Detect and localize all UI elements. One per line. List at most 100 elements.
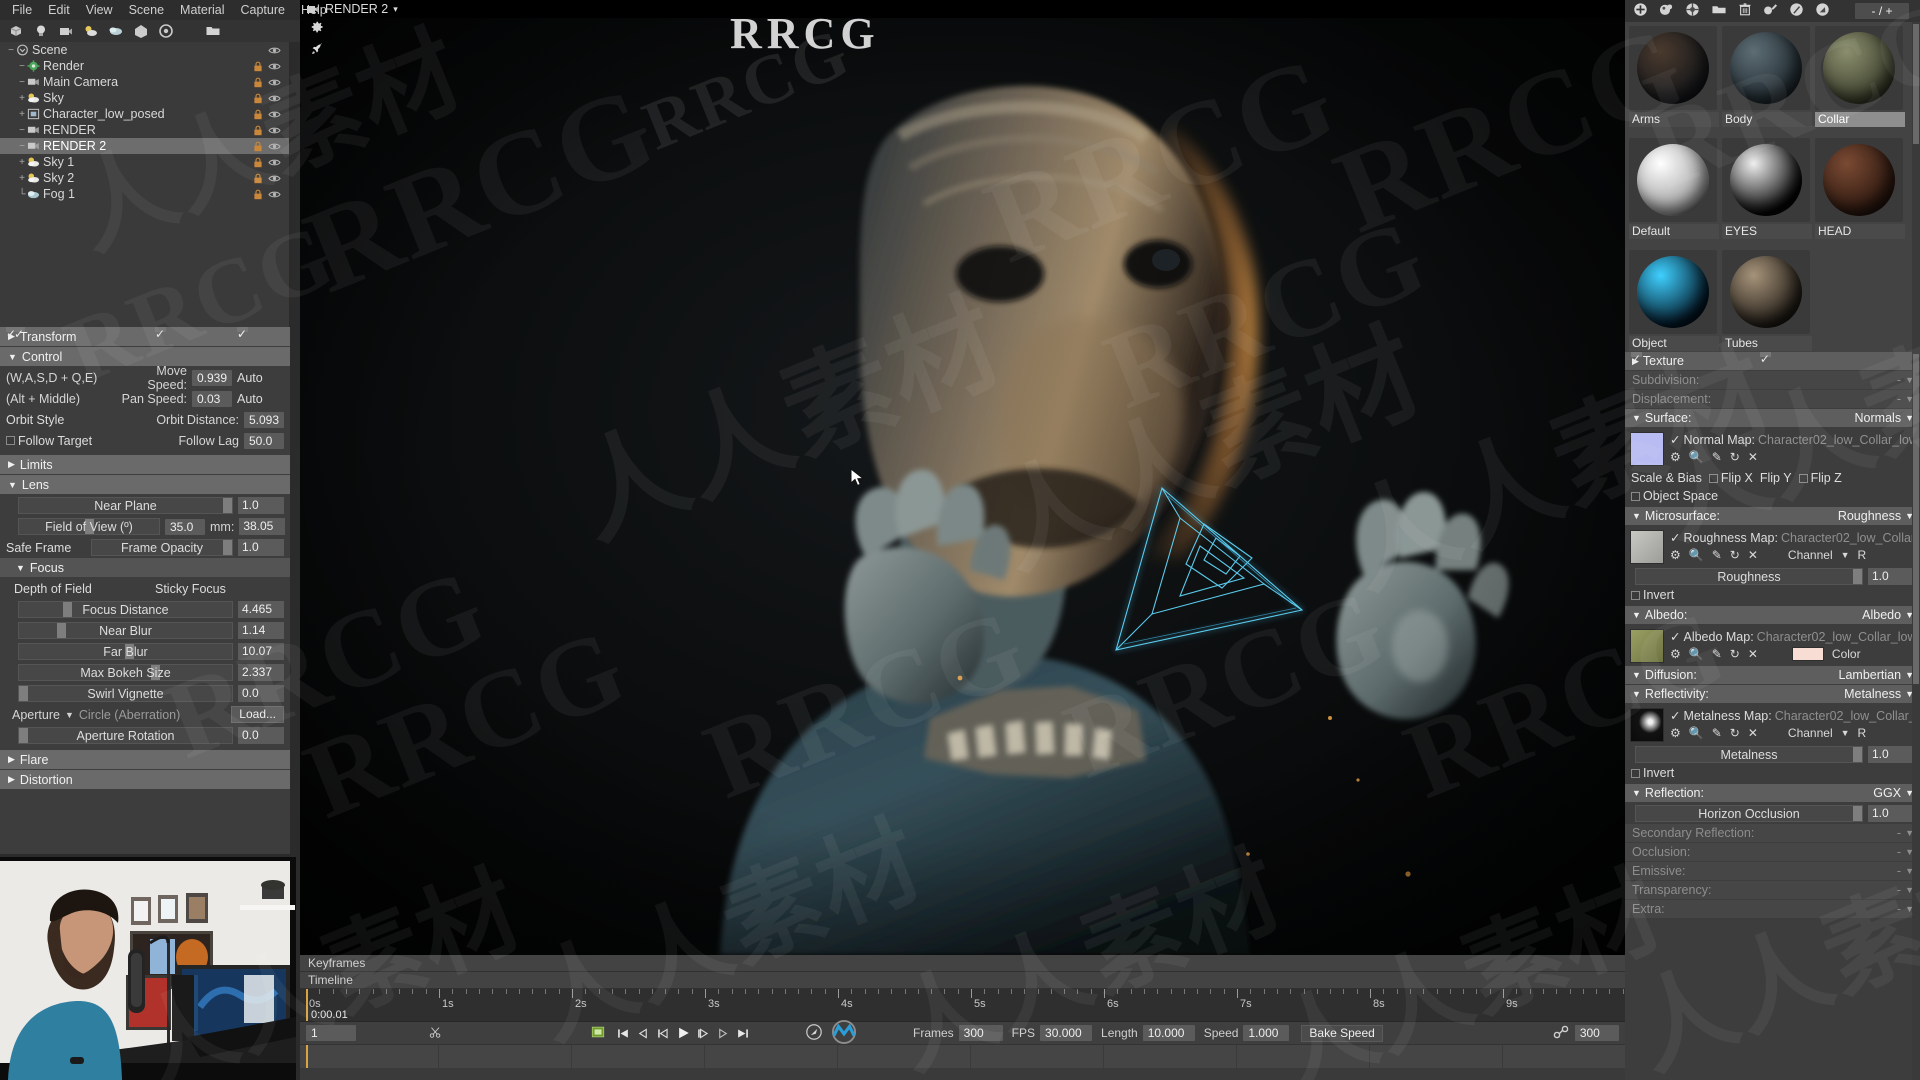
flip-x-checkbox[interactable]: Flip X bbox=[1708, 471, 1753, 485]
safe-frame-checkbox[interactable]: ✓ Safe Frame bbox=[6, 327, 86, 555]
material-grid-scrollbar[interactable] bbox=[1912, 22, 1920, 352]
pan-speed-input[interactable]: 0.03 bbox=[192, 390, 232, 407]
close-icon[interactable]: ✕ bbox=[1748, 450, 1758, 464]
lock-icon[interactable] bbox=[253, 141, 263, 152]
add-material-icon[interactable] bbox=[1633, 2, 1648, 20]
follow-lag-input[interactable]: 50.0 bbox=[244, 432, 284, 449]
fov-input[interactable]: 35.0 bbox=[165, 518, 205, 535]
camera-icon[interactable] bbox=[58, 23, 74, 39]
timeline-header[interactable]: Timeline bbox=[300, 972, 1625, 989]
menu-scene[interactable]: Scene bbox=[121, 1, 172, 19]
gear-icon[interactable]: ⚙ bbox=[1670, 647, 1681, 661]
swirl-vignette-slider[interactable]: Swirl Vignette bbox=[18, 685, 233, 702]
section-lens[interactable]: ▼ Lens bbox=[0, 475, 290, 494]
metalness-invert-checkbox[interactable]: Invert bbox=[1631, 766, 1674, 780]
jump-start-button[interactable] bbox=[613, 1024, 633, 1042]
lock-icon[interactable] bbox=[253, 77, 263, 88]
row-subdivision[interactable]: Subdivision: - ▼ bbox=[1625, 371, 1920, 389]
section-flare[interactable]: ▶ Flare bbox=[0, 750, 290, 769]
material-item-default[interactable]: Default bbox=[1629, 138, 1719, 239]
outliner-row-character-low-posed[interactable]: + Character_low_posed bbox=[0, 106, 289, 122]
material-preview[interactable] bbox=[1629, 250, 1717, 334]
visibility-icon[interactable] bbox=[268, 141, 281, 152]
material-grid[interactable]: Arms Body Collar Default EYES HEAD Object Tubes bbox=[1625, 22, 1920, 352]
timeline-ruler[interactable]: 0s 1s 2s 3s 4s 5s 6s 7s 8s 9s 0:00.01 bbox=[300, 989, 1625, 1022]
search-icon[interactable]: 🔍 bbox=[1689, 726, 1704, 740]
far-blur-slider[interactable]: Far Blur bbox=[18, 643, 233, 660]
outliner-twisty[interactable]: − bbox=[17, 141, 27, 152]
material-preview[interactable] bbox=[1815, 138, 1903, 222]
lock-icon[interactable] bbox=[253, 125, 263, 136]
material-item-collar[interactable]: Collar bbox=[1815, 26, 1905, 127]
light-icon[interactable] bbox=[33, 23, 49, 39]
refresh-icon[interactable]: ↻ bbox=[1730, 647, 1740, 661]
outliner-twisty[interactable]: − bbox=[6, 45, 16, 56]
compass-icon[interactable] bbox=[1815, 2, 1830, 20]
material-item-eyes[interactable]: EYES bbox=[1722, 138, 1812, 239]
menu-file[interactable]: File bbox=[4, 1, 40, 19]
focus-distance-slider[interactable]: Focus Distance bbox=[18, 601, 233, 618]
roughness-map-thumbnail[interactable] bbox=[1630, 530, 1664, 564]
section-emissive[interactable]: Emissive: - ▼ bbox=[1625, 862, 1920, 880]
viewport[interactable]: RENDER 2 ▾ bbox=[300, 0, 1625, 955]
flip-y-checkbox[interactable]: ✓ Flip Y bbox=[1759, 352, 1792, 485]
outliner-twisty[interactable]: − bbox=[17, 77, 27, 88]
material-item-body[interactable]: Body bbox=[1722, 26, 1812, 127]
metalness-value[interactable]: 1.0 bbox=[1868, 746, 1914, 763]
fov-slider[interactable]: Field of View (º) bbox=[18, 518, 160, 535]
material-preview[interactable] bbox=[1722, 250, 1810, 334]
bake-speed-button[interactable]: Bake Speed bbox=[1301, 1024, 1383, 1042]
track-cell[interactable] bbox=[1503, 1045, 1636, 1068]
outliner-row-sky-2[interactable]: + Sky 2 bbox=[0, 170, 289, 186]
near-blur-slider[interactable]: Near Blur bbox=[18, 622, 233, 639]
outliner-twisty[interactable]: − bbox=[17, 125, 27, 136]
check-icon[interactable]: ✓ bbox=[1670, 629, 1680, 644]
material-item-head[interactable]: HEAD bbox=[1815, 138, 1905, 239]
close-icon[interactable]: ✕ bbox=[1748, 726, 1758, 740]
check-icon[interactable]: ✓ bbox=[1670, 432, 1680, 447]
metalness-map-thumbnail[interactable] bbox=[1630, 708, 1664, 742]
section-secondary-reflection[interactable]: Secondary Reflection: - ▼ bbox=[1625, 824, 1920, 842]
section-albedo[interactable]: ▼ Albedo: Albedo ▼ bbox=[1625, 606, 1920, 624]
render-icon[interactable] bbox=[158, 23, 174, 39]
section-reflection[interactable]: ▼ Reflection: GGX ▼ bbox=[1625, 784, 1920, 802]
lock-icon[interactable] bbox=[253, 93, 263, 104]
pencil-icon[interactable]: ✎ bbox=[1712, 726, 1722, 740]
step-back-button[interactable] bbox=[653, 1024, 673, 1042]
link-frames-input[interactable]: 300 bbox=[1574, 1025, 1619, 1041]
trash-icon[interactable] bbox=[1738, 2, 1752, 20]
section-occlusion[interactable]: Occlusion: - ▼ bbox=[1625, 843, 1920, 861]
frame-opacity-value[interactable]: 1.0 bbox=[238, 539, 284, 556]
outliner-row-main-camera[interactable]: − Main Camera bbox=[0, 74, 289, 90]
visibility-icon[interactable] bbox=[268, 61, 281, 72]
material-preview[interactable] bbox=[1815, 26, 1903, 110]
albedo-map-thumbnail[interactable] bbox=[1630, 629, 1664, 663]
material-preview[interactable] bbox=[1722, 138, 1810, 222]
fog-icon[interactable] bbox=[108, 23, 124, 39]
max-bokeh-slider[interactable]: Max Bokeh Size bbox=[18, 664, 233, 681]
track-cell[interactable] bbox=[1237, 1045, 1370, 1068]
lock-icon[interactable] bbox=[253, 157, 263, 168]
albedo-color-swatch[interactable] bbox=[1791, 647, 1824, 661]
track-cell[interactable] bbox=[439, 1045, 572, 1068]
roughness-slider[interactable]: Roughness bbox=[1635, 568, 1863, 585]
lock-icon[interactable] bbox=[253, 61, 263, 72]
link-icon[interactable] bbox=[1553, 1025, 1569, 1042]
section-reflectivity[interactable]: ▼ Reflectivity: Metalness ▼ bbox=[1625, 685, 1920, 703]
sticky-focus-checkbox[interactable]: ✓ Sticky Focus bbox=[155, 327, 226, 596]
near-blur-value[interactable]: 1.14 bbox=[238, 622, 284, 639]
material-preview[interactable] bbox=[1629, 26, 1717, 110]
aperture-rotation-value[interactable]: 0.0 bbox=[238, 727, 284, 744]
visibility-icon[interactable] bbox=[268, 93, 281, 104]
near-plane-slider[interactable]: Near Plane bbox=[18, 497, 233, 514]
close-icon[interactable]: ✕ bbox=[1748, 647, 1758, 661]
section-focus[interactable]: ▼ Focus bbox=[0, 558, 290, 577]
section-diffusion[interactable]: ▼ Diffusion: Lambertian ▼ bbox=[1625, 666, 1920, 684]
visibility-icon[interactable] bbox=[268, 173, 281, 184]
normal-map-thumbnail[interactable] bbox=[1630, 432, 1664, 466]
visibility-icon[interactable] bbox=[268, 109, 281, 120]
compass-icon[interactable] bbox=[805, 1023, 823, 1044]
outliner-row-fog-1[interactable]: └ Fog 1 bbox=[0, 186, 289, 202]
orbit-style-checkbox[interactable]: ✓ Orbit Style bbox=[6, 327, 118, 427]
frame-input[interactable]: 1 bbox=[306, 1025, 356, 1041]
